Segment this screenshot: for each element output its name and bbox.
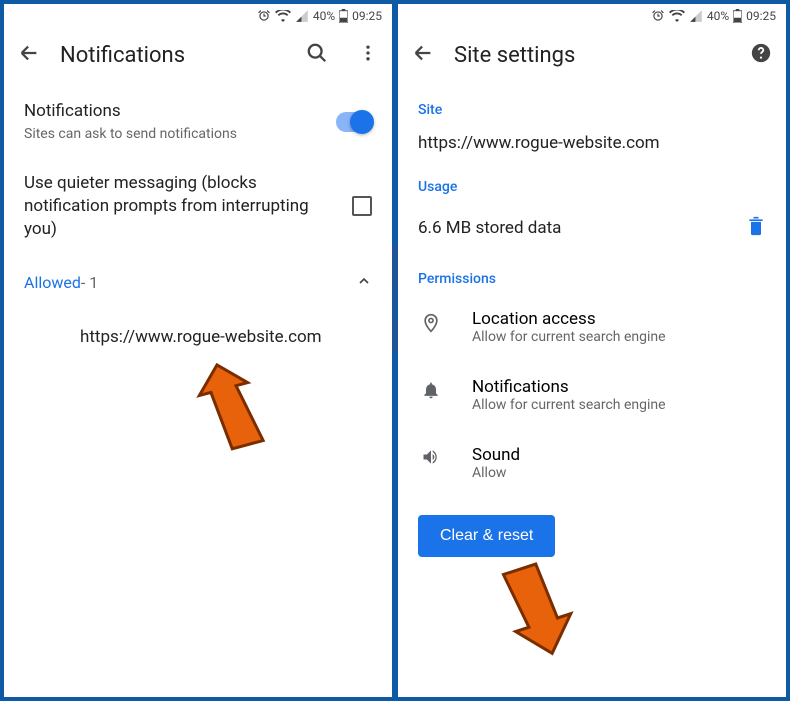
more-icon[interactable] — [358, 43, 378, 67]
clear-reset-button[interactable]: Clear & reset — [418, 515, 555, 557]
signal-icon — [689, 10, 703, 22]
stored-data-text: 6.6 MB stored data — [418, 218, 746, 238]
search-icon[interactable] — [306, 42, 328, 68]
permission-notifications-sub: Allow for current search engine — [472, 397, 666, 413]
guide-arrow-1 — [194, 359, 274, 459]
page-title: Site settings — [454, 43, 734, 68]
notifications-toggle-row[interactable]: Notifications Sites can ask to send noti… — [4, 86, 392, 158]
permission-notifications-title: Notifications — [472, 377, 666, 397]
notifications-label: Notifications — [24, 100, 336, 123]
quieter-messaging-row[interactable]: Use quieter messaging (blocks notificati… — [4, 158, 392, 255]
allowed-section-toggle[interactable]: Allowed - 1 — [4, 255, 392, 311]
usage-section-label: Usage — [398, 163, 786, 201]
wifi-icon — [669, 10, 685, 22]
permission-location-sub: Allow for current search engine — [472, 329, 666, 345]
site-url-row: https://www.rogue-website.com — [398, 124, 786, 163]
sound-icon — [418, 445, 444, 467]
app-bar: Notifications — [4, 28, 392, 82]
help-icon[interactable] — [750, 42, 772, 68]
status-bar: 40% 09:25 — [4, 4, 392, 28]
battery-percent: 40% — [707, 9, 729, 23]
allowed-count: - 1 — [81, 273, 98, 292]
notifications-sub: Sites can ask to send notifications — [24, 125, 336, 144]
alarm-icon — [651, 9, 665, 23]
site-section-label: Site — [398, 86, 786, 124]
permission-location-row[interactable]: Location access Allow for current search… — [398, 293, 786, 361]
stored-data-row[interactable]: 6.6 MB stored data — [398, 201, 786, 255]
back-icon[interactable] — [412, 42, 434, 68]
back-icon[interactable] — [18, 42, 40, 68]
site-url: https://www.rogue-website.com — [418, 132, 660, 155]
notifications-toggle[interactable] — [336, 112, 372, 132]
permission-sound-title: Sound — [472, 445, 520, 465]
clock-time: 09:25 — [352, 9, 382, 23]
permissions-section-label: Permissions — [398, 255, 786, 293]
permission-sound-row[interactable]: Sound Allow — [398, 429, 786, 497]
quieter-messaging-label: Use quieter messaging (blocks notificati… — [24, 172, 352, 241]
allowed-site-item[interactable]: https://www.rogue-website.com — [4, 311, 392, 363]
delete-icon[interactable] — [746, 215, 766, 241]
clock-time: 09:25 — [746, 9, 776, 23]
permission-notifications-row[interactable]: Notifications Allow for current search e… — [398, 361, 786, 429]
bell-icon — [418, 377, 444, 401]
status-bar: 40% 09:25 — [398, 4, 786, 28]
permission-location-title: Location access — [472, 309, 666, 329]
battery-percent: 40% — [313, 9, 335, 23]
location-icon — [418, 309, 444, 335]
allowed-label: Allowed — [24, 273, 81, 292]
left-screenshot: 40% 09:25 Notifications Notifications Si… — [4, 4, 392, 697]
quieter-messaging-checkbox[interactable] — [352, 196, 372, 216]
right-screenshot: 40% 09:25 Site settings Site https://www… — [398, 4, 786, 697]
wifi-icon — [275, 10, 291, 22]
signal-icon — [295, 10, 309, 22]
battery-icon — [733, 9, 742, 23]
app-bar: Site settings — [398, 28, 786, 82]
page-title: Notifications — [60, 43, 290, 68]
permission-sound-sub: Allow — [472, 465, 520, 481]
battery-icon — [339, 9, 348, 23]
alarm-icon — [257, 9, 271, 23]
chevron-up-icon — [356, 273, 372, 293]
